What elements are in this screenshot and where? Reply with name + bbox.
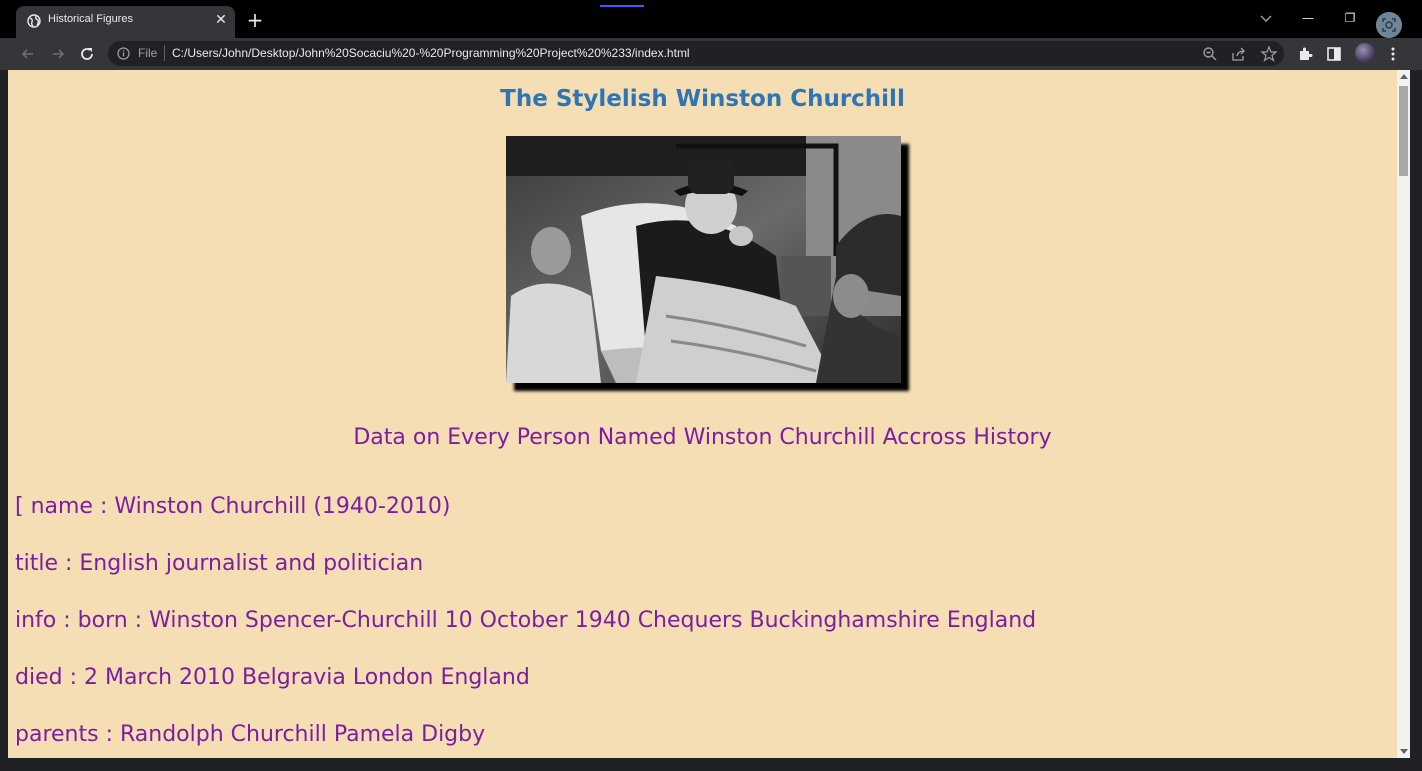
data-line-title: title : English journalist and politicia…	[15, 551, 424, 576]
extensions-icon[interactable]	[1296, 45, 1314, 63]
minimize-button[interactable]: —	[1298, 8, 1318, 28]
data-line-info: info : born : Winston Spencer-Churchill …	[15, 608, 1037, 633]
window-border-bottom	[0, 758, 1422, 771]
address-divider	[164, 45, 165, 61]
info-icon[interactable]	[117, 47, 130, 60]
side-panel-icon[interactable]	[1325, 45, 1343, 63]
globe-icon	[27, 14, 41, 28]
tab-title: Historical Figures	[48, 13, 133, 25]
vertical-scrollbar[interactable]	[1397, 70, 1410, 758]
url-text[interactable]: C:/Users/John/Desktop/John%20Socaciu%20-…	[172, 46, 690, 60]
bookmark-star-icon[interactable]	[1260, 45, 1278, 63]
back-arrow-icon[interactable]	[18, 44, 38, 64]
forward-arrow-icon[interactable]	[48, 44, 68, 64]
new-tab-button[interactable]: +	[245, 10, 265, 30]
share-icon[interactable]	[1230, 45, 1248, 63]
page-content: The Stylelish Winston Churchill Data on …	[8, 70, 1397, 758]
tab-historical-figures[interactable]: Historical Figures ✕	[16, 6, 235, 38]
data-line-parents: parents : Randolph Churchill Pamela Digb…	[15, 722, 486, 747]
data-line-died: died : 2 March 2010 Belgravia London Eng…	[15, 665, 530, 690]
profile-avatar[interactable]	[1355, 43, 1375, 63]
scrollbar-thumb[interactable]	[1399, 86, 1408, 176]
address-bar[interactable]: File C:/Users/John/Desktop/John%20Socaci…	[108, 41, 1284, 66]
photo-image	[506, 136, 901, 383]
scroll-down-arrow-icon[interactable]	[1400, 749, 1408, 754]
churchill-photo	[506, 136, 901, 383]
restore-button[interactable]: ❐	[1340, 8, 1360, 28]
browser-toolbar: File C:/Users/John/Desktop/John%20Socaci…	[0, 38, 1422, 70]
window-border-right	[1410, 70, 1422, 771]
zoom-icon[interactable]	[1201, 45, 1219, 63]
window-border-left	[0, 70, 8, 771]
chevron-down-icon[interactable]	[1257, 9, 1275, 27]
browser-window: Historical Figures ✕ + — ❐ ✕	[0, 0, 1422, 771]
loading-indicator	[600, 5, 644, 7]
reload-icon[interactable]	[77, 44, 97, 64]
file-scheme-label: File	[138, 46, 158, 60]
page-subtitle: Data on Every Person Named Winston Churc…	[353, 425, 1052, 450]
page-title: The Stylelish Winston Churchill	[500, 86, 905, 112]
scroll-up-arrow-icon[interactable]	[1400, 74, 1408, 79]
screen-capture-icon[interactable]	[1376, 12, 1402, 38]
data-line-name: [ name : Winston Churchill (1940-2010)	[15, 494, 451, 519]
tab-strip: Historical Figures ✕ + — ❐ ✕	[0, 0, 1422, 38]
close-tab-icon[interactable]: ✕	[212, 11, 230, 29]
menu-kebab-icon[interactable]	[1384, 45, 1402, 63]
